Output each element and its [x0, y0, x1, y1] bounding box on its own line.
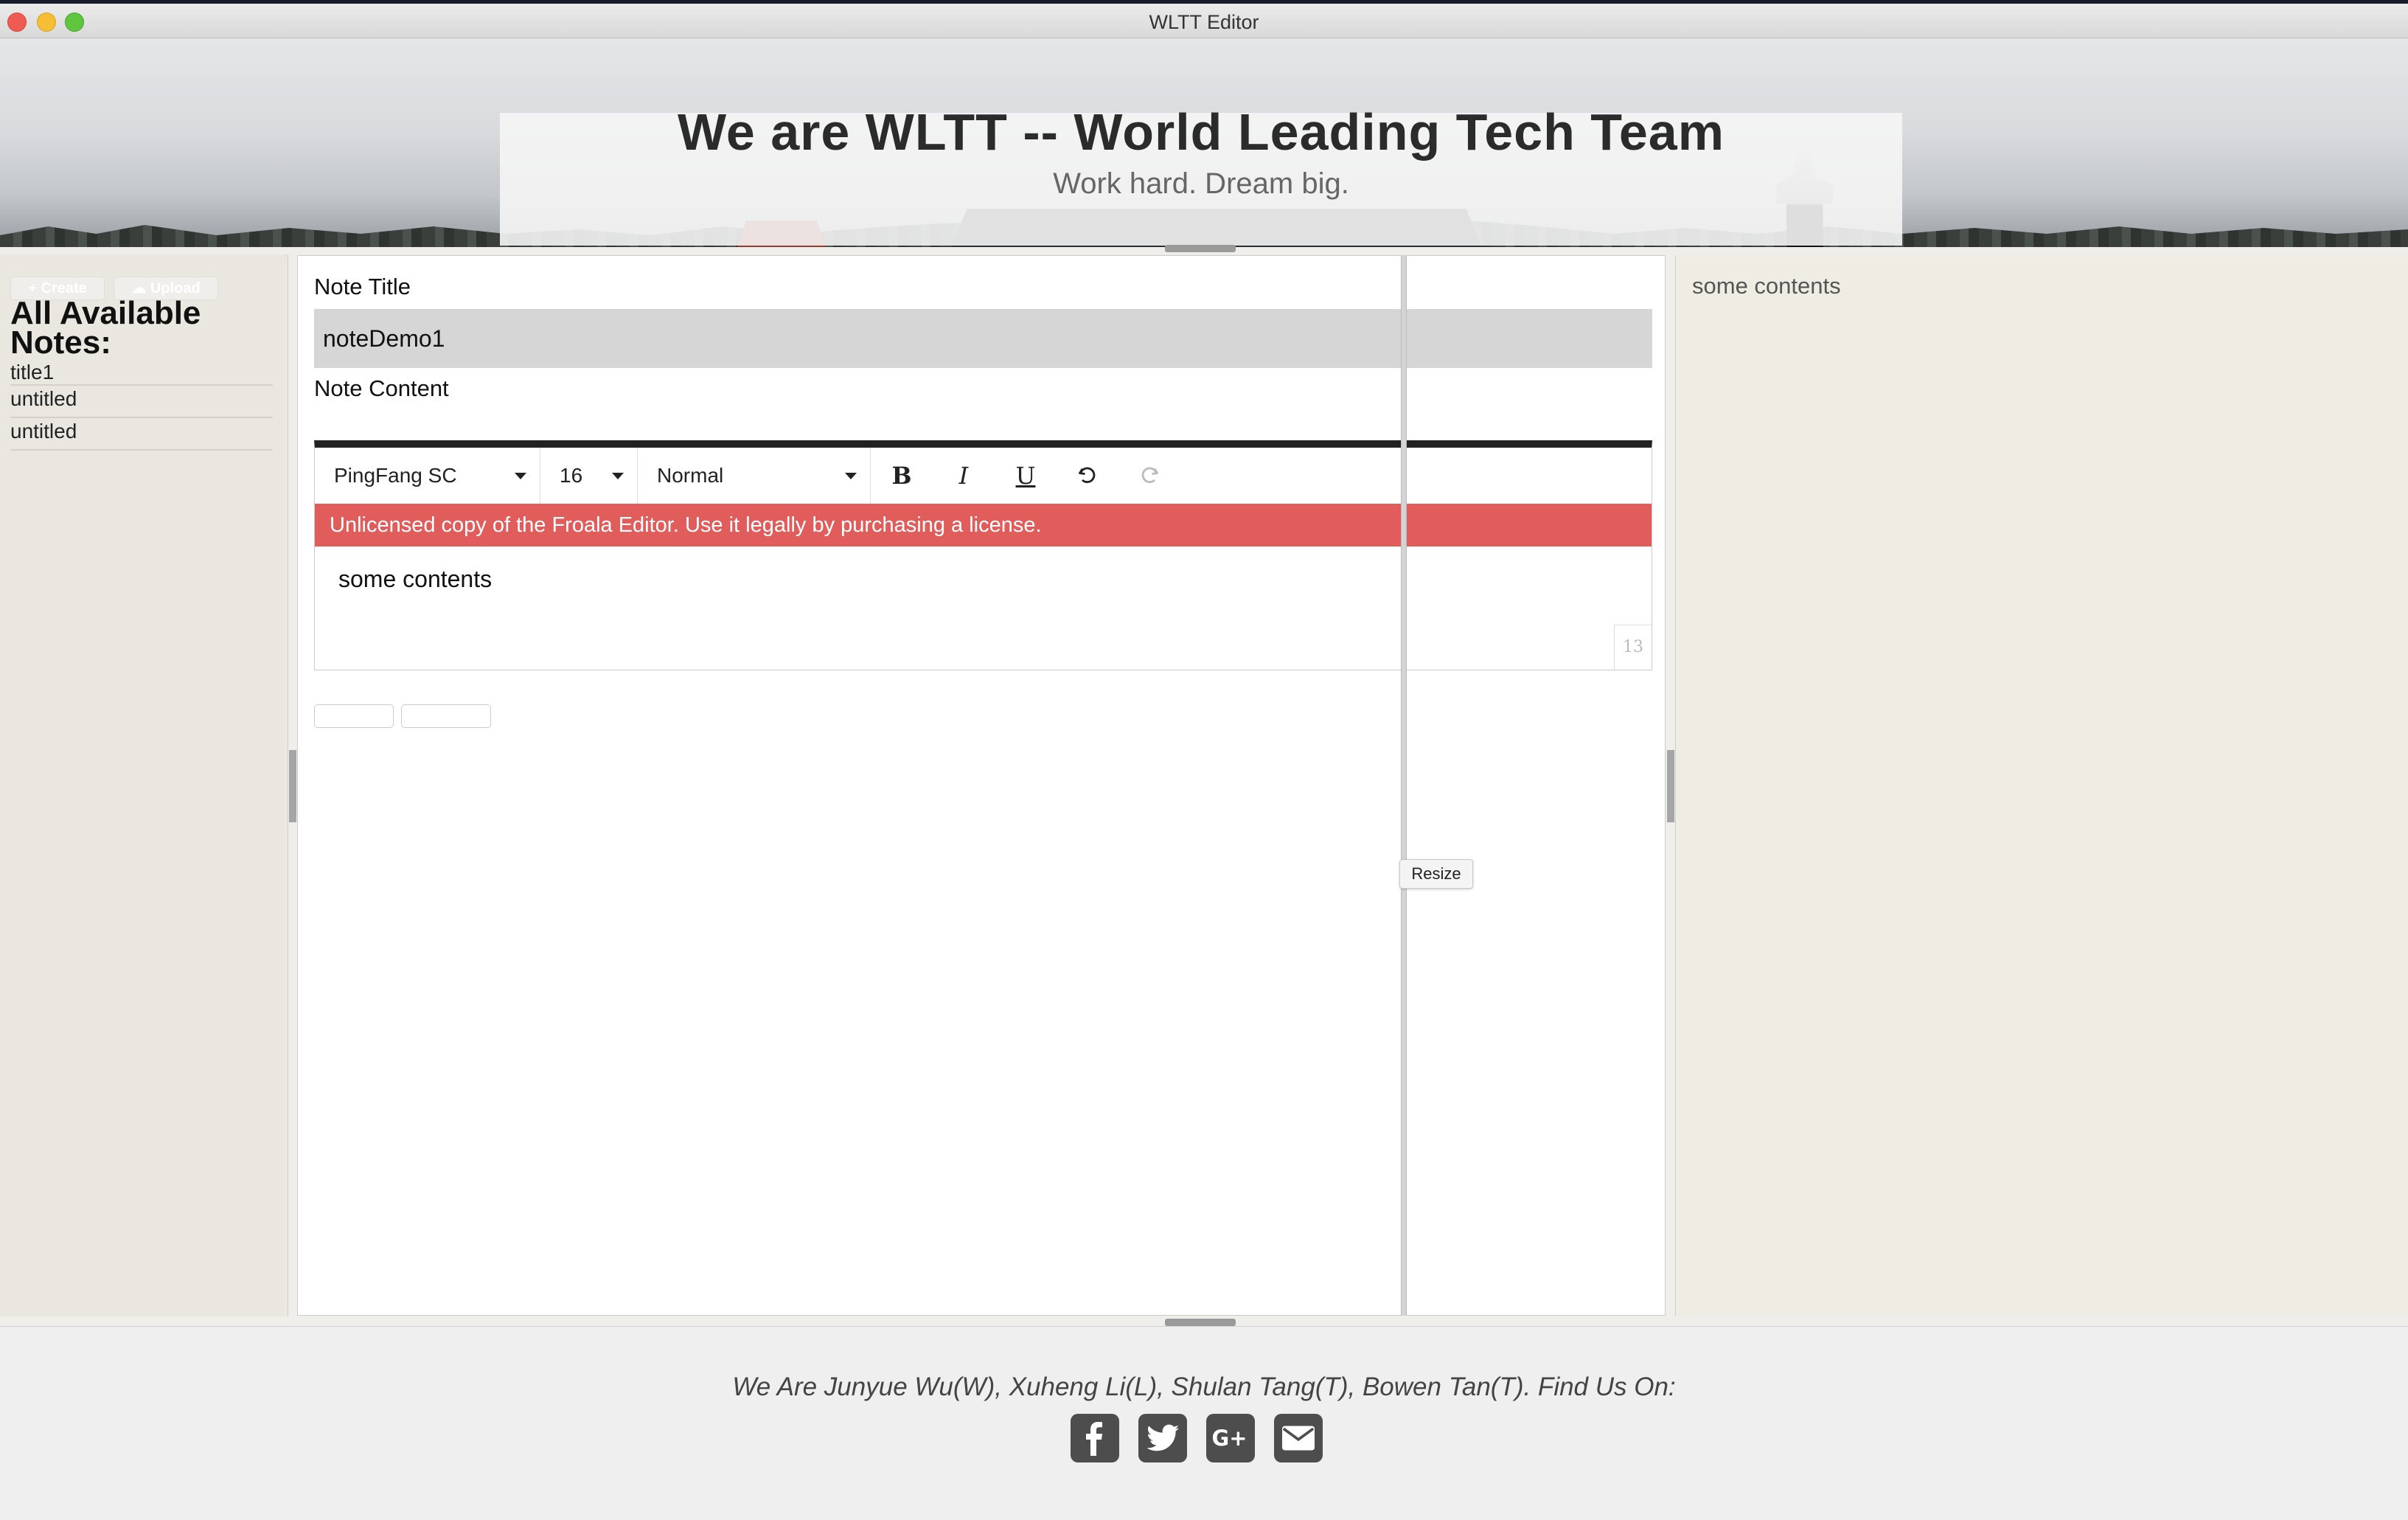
header-banner: We are WLTT -- World Leading Tech Team W… — [0, 38, 2408, 247]
editor-toolbar: PingFang SC 16 Normal B I U — [315, 448, 1652, 504]
italic-button[interactable]: I — [933, 448, 995, 504]
chevron-down-icon — [612, 472, 624, 479]
paragraph-format-dropdown[interactable]: Normal — [638, 448, 871, 504]
notes-list: title1 untitled untitled — [10, 362, 273, 451]
font-family-dropdown[interactable]: PingFang SC — [315, 448, 540, 504]
facebook-icon[interactable] — [1071, 1414, 1119, 1462]
preview-panel: some contents — [1675, 255, 2408, 1316]
banner-subtitle: Work hard. Dream big. — [1053, 167, 1349, 200]
note-title-input[interactable] — [314, 309, 1652, 368]
paragraph-format-value: Normal — [657, 464, 724, 487]
license-warning-banner[interactable]: Unlicensed copy of the Froala Editor. Us… — [315, 504, 1652, 546]
top-splitter-handle[interactable] — [1165, 245, 1236, 252]
delete-button[interactable] — [401, 704, 491, 728]
banner-text-box: We are WLTT -- World Leading Tech Team W… — [500, 103, 1902, 246]
rich-text-editor: PingFang SC 16 Normal B I U Unlicensed c… — [314, 440, 1652, 670]
footer-credits: We Are Junyue Wu(W), Xuheng Li(L), Shula… — [732, 1372, 1676, 1401]
window-title: WLTT Editor — [1149, 11, 1259, 33]
editor-panel: Note Title Note Content PingFang SC 16 N… — [297, 255, 1666, 1316]
undo-button[interactable] — [1057, 448, 1118, 504]
notes-heading: All Available Notes: — [10, 295, 201, 361]
redo-button[interactable] — [1118, 448, 1180, 504]
editor-resize-handle[interactable] — [1401, 255, 1407, 1316]
note-title-label: Note Title — [314, 274, 411, 299]
notes-sidebar: + Create ☁ Upload All Available Notes: t… — [0, 254, 288, 1316]
email-icon[interactable] — [1274, 1414, 1323, 1462]
note-content-label: Note Content — [314, 375, 449, 401]
twitter-icon[interactable] — [1138, 1414, 1187, 1462]
redo-icon — [1141, 467, 1158, 483]
bottom-splitter-handle[interactable] — [1165, 1319, 1236, 1326]
note-list-item[interactable]: title1 — [10, 362, 273, 386]
preview-content: some contents — [1692, 273, 1841, 299]
svg-text:G+: G+ — [1212, 1426, 1248, 1451]
page-footer: We Are Junyue Wu(W), Xuheng Li(L), Shula… — [0, 1326, 2408, 1520]
right-splitter-handle[interactable] — [1667, 750, 1674, 822]
undo-icon — [1079, 467, 1096, 483]
resize-tooltip: Resize — [1399, 859, 1473, 889]
save-button[interactable] — [314, 704, 394, 728]
note-list-item[interactable]: untitled — [10, 386, 273, 418]
font-size-dropdown[interactable]: 16 — [540, 448, 638, 504]
chevron-down-icon — [515, 472, 526, 479]
social-links: G+ — [1071, 1414, 1323, 1462]
font-family-value: PingFang SC — [334, 464, 457, 487]
chevron-down-icon — [845, 472, 857, 479]
banner-title: We are WLTT -- World Leading Tech Team — [678, 103, 1725, 161]
note-list-item[interactable]: untitled — [10, 418, 273, 451]
google-plus-icon[interactable]: G+ — [1206, 1414, 1255, 1462]
font-size-value: 16 — [560, 464, 583, 487]
character-counter: 13 — [1614, 625, 1652, 670]
left-splitter-handle[interactable] — [289, 750, 296, 822]
editor-content-area[interactable]: some contents — [338, 566, 492, 593]
window-titlebar: WLTT Editor — [0, 0, 2408, 38]
underline-button[interactable]: U — [995, 448, 1057, 504]
bold-button[interactable]: B — [871, 448, 933, 504]
